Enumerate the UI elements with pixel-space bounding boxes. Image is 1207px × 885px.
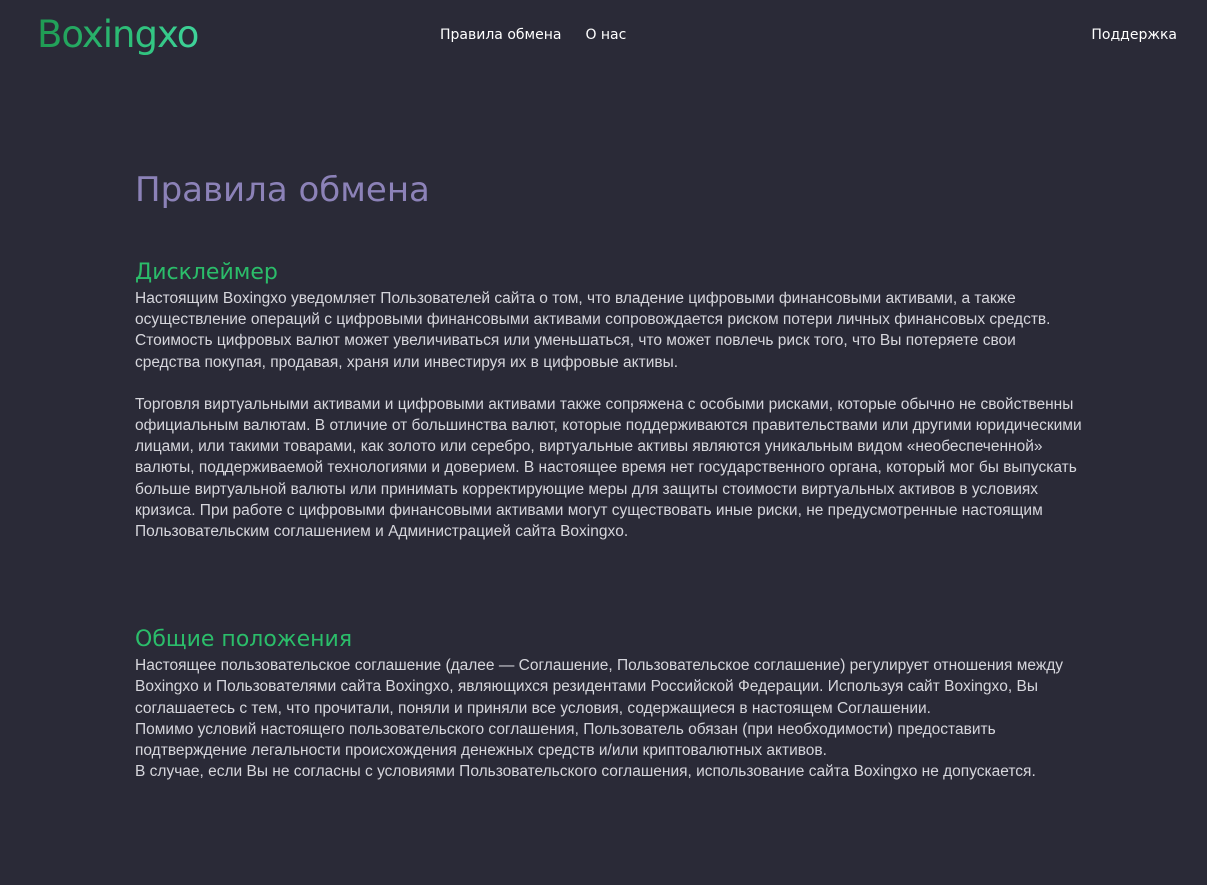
section-general-provisions: Общие положения Настоящее пользовательск… [135,625,1085,782]
nav-link-about[interactable]: О нас [585,27,626,43]
section-disclaimer: Дисклеймер Настоящим Boxingxo уведомляет… [135,258,1085,542]
section-paragraph: Помимо условий настоящего пользовательск… [135,720,996,760]
section-heading: Дисклеймер [135,260,278,285]
site-header: Boxingxo Правила обмена О нас Поддержка [0,0,1207,80]
section-paragraph: Настоящее пользовательское соглашение (д… [135,657,1064,717]
nav-link-exchange-rules[interactable]: Правила обмена [440,27,561,43]
logo[interactable]: Boxingxo [37,9,199,61]
main-nav: Правила обмена О нас [440,27,626,43]
page-title: Правила обмена [135,170,430,210]
section-heading: Общие положения [135,627,353,653]
section-paragraph: Настоящим Boxingxo уведомляет Пользовате… [135,290,1051,371]
section-paragraph: В случае, если Вы не согласны с условиям… [135,763,1036,781]
main-content: Правила обмена Дисклеймер Настоящим Boxi… [135,168,1085,782]
support-link[interactable]: Поддержка [1091,27,1177,43]
section-paragraph: Торговля виртуальными активами и цифровы… [135,395,1082,541]
